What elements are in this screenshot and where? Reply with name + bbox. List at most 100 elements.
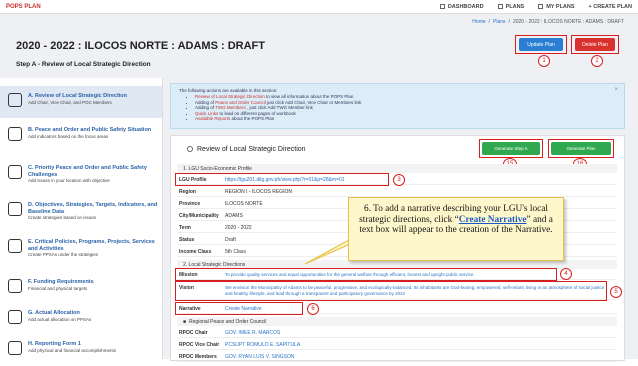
list-icon (497, 4, 503, 9)
sidebar-item-b[interactable]: B. Peace and Order and Public Safety Sit… (0, 120, 162, 152)
top-nav: DASHBOARD PLANS MY PLANS + CREATE PLAN (439, 3, 632, 10)
table-row: Region REGION I - ILOCOS REGION (177, 187, 617, 197)
info-title: The following actions are available in t… (179, 88, 278, 93)
info-text: to lead on different pages of workbook (218, 110, 296, 116)
section-rpoc-label: Regional Peace and Order Council (189, 318, 267, 325)
row-value: ILOCOS NORTE (225, 200, 263, 207)
highlight-box-16 (548, 139, 614, 158)
brand-logo[interactable]: POPS PLAN (6, 4, 41, 10)
info-text: Adding of (195, 105, 216, 110)
sidebar-item-d[interactable]: D. Objectives, Strategies, Targets, Indi… (0, 195, 162, 227)
marker-1: 1 (538, 55, 550, 67)
info-text: Adding of (195, 99, 216, 105)
report-icon (8, 341, 22, 355)
step-sidebar: A. Review of Local Strategic Direction A… (0, 78, 163, 359)
sidebar-item-h[interactable]: H. Reporting Form 1 Add physical and fin… (0, 334, 162, 366)
sidebar-item-f[interactable]: F. Funding Requirements Financial and ph… (0, 272, 162, 304)
card-title-text: Review of Local Strategic Direction (197, 146, 306, 153)
info-link[interactable]: Review of Local Strategic Direction (195, 94, 265, 99)
breadcrumb-plans[interactable]: Plans (493, 19, 506, 25)
breadcrumb: Home / Plans/ 2020 - 2022 : ILOCOS NORTE … (472, 19, 624, 25)
breadcrumb-current: 2020 - 2022 : ILOCOS NORTE : ADAMS : DRA… (512, 19, 624, 25)
table-row: RPOC Vice Chair PCSUPT ROMULO E. SAPITULA (177, 340, 617, 350)
clipboard-icon (8, 127, 22, 141)
sidebar-item-sub: Create PPSAs under the strategies (28, 252, 99, 257)
highlight-box-3 (175, 173, 389, 186)
section-lgu-profile: 1. LGU Socio-Economic Profile (177, 164, 617, 173)
highlight-box-4 (175, 268, 557, 281)
sidebar-item-title: E. Critical Policies, Programs, Projects… (28, 239, 155, 252)
highlight-box-1 (515, 35, 567, 54)
row-value: Draft (225, 236, 236, 243)
row-value: REGION I - ILOCOS REGION (225, 188, 292, 195)
row-value[interactable]: PCSUPT ROMULO E. SAPITULA (225, 342, 300, 348)
row-key: Region (179, 188, 196, 195)
sidebar-item-c[interactable]: C. Priority Peace and Order and Public S… (0, 158, 162, 190)
sidebar-item-title: B. Peace and Order and Public Safety Sit… (28, 127, 152, 133)
chart-icon (8, 202, 22, 216)
page-title: 2020 - 2022 : ILOCOS NORTE : ADAMS : DRA… (16, 40, 265, 52)
row-key: City/Municipality (179, 212, 219, 219)
info-link[interactable]: Quick Links (195, 111, 218, 116)
marker-4: 4 (560, 268, 572, 280)
wallet-icon (8, 310, 22, 324)
sidebar-item-sub: Add actual allocation on PPSAs (28, 316, 92, 322)
nav-my-plans-label: MY PLANS (546, 3, 575, 10)
chat-icon (8, 165, 22, 179)
book-icon (8, 93, 22, 107)
nav-plans-label: PLANS (505, 3, 525, 10)
row-value: 5th Class (225, 248, 246, 255)
info-text: about the POPS Plan (230, 116, 275, 121)
sidebar-item-sub: Create strategies based on issues (28, 215, 97, 220)
row-value: ADAMS (225, 212, 243, 219)
sidebar-item-sub: Add Chair, Vice Chair, and POC Members (28, 99, 112, 105)
callout-box: 6. To add a narrative describing your LG… (348, 197, 564, 261)
info-text: , just click Add TWG Member link (245, 105, 313, 110)
sidebar-item-g[interactable]: G. Actual Allocation Add actual allocati… (0, 303, 162, 335)
gears-icon (8, 239, 22, 253)
close-icon[interactable]: × (614, 87, 618, 93)
row-value[interactable]: GOV. IMEE R. MARCOS (225, 330, 280, 336)
highlight-box-15 (479, 139, 543, 158)
sidebar-item-a[interactable]: A. Review of Local Strategic Direction A… (0, 86, 162, 118)
sidebar-item-title: D. Objectives, Strategies, Targets, Indi… (28, 202, 158, 215)
list-item: Available Reports about the POPS Plan (195, 116, 616, 122)
info-link[interactable]: Peace and Order Council (215, 100, 266, 105)
step-title: Step A - Review of Local Strategic Direc… (16, 61, 151, 68)
row-key: Income Class (179, 248, 212, 255)
nav-dashboard[interactable]: DASHBOARD (439, 4, 484, 10)
breadcrumb-sep: / (508, 19, 510, 25)
user-icon: ■ (183, 318, 187, 325)
info-link[interactable]: Available Reports (195, 116, 230, 121)
highlight-box-2 (571, 35, 619, 54)
nav-create-plan-label: + CREATE PLAN (588, 3, 632, 10)
callout-link: Create Narrative (458, 214, 527, 225)
section-rpoc: ■ Regional Peace and Order Council (177, 317, 617, 326)
row-key: Term (179, 224, 191, 231)
breadcrumb-home[interactable]: Home (472, 19, 485, 25)
card-title: Review of Local Strategic Direction (187, 146, 306, 153)
dashboard-icon (439, 4, 445, 9)
nav-my-plans[interactable]: MY PLANS (538, 3, 575, 10)
breadcrumb-sep: / (488, 19, 491, 25)
sidebar-item-e[interactable]: E. Critical Policies, Programs, Projects… (0, 232, 162, 264)
sidebar-item-sub: Add indicators based on the focus areas (28, 133, 109, 139)
money-icon (8, 279, 22, 293)
sidebar-item-sub: Financial and physical targets (28, 285, 88, 291)
row-key: Status (179, 236, 195, 243)
row-key: Province (179, 200, 201, 207)
sidebar-item-title: C. Priority Peace and Order and Public S… (28, 165, 147, 178)
table-row: RPOC Members GOV. RYAN LUIS V. SINGSON (177, 352, 617, 362)
marker-3: 3 (393, 174, 405, 186)
top-navbar: POPS PLAN DASHBOARD PLANS MY PLANS + CRE… (0, 0, 638, 14)
nav-create-plan[interactable]: + CREATE PLAN (589, 4, 632, 10)
marker-6: 6 (307, 303, 319, 315)
nav-plans[interactable]: PLANS (497, 3, 525, 10)
sidebar-item-sub: Add physical and financial accomplishmen… (28, 347, 117, 353)
marker-5: 5 (610, 286, 622, 298)
info-alert: × The following actions are available in… (170, 83, 625, 129)
info-link[interactable]: TWG Members (215, 105, 246, 110)
info-text: just click Add Chair, Vice Chair or Memb… (265, 99, 362, 105)
marker-2: 2 (591, 55, 603, 67)
row-key: RPOC Chair (179, 329, 208, 336)
